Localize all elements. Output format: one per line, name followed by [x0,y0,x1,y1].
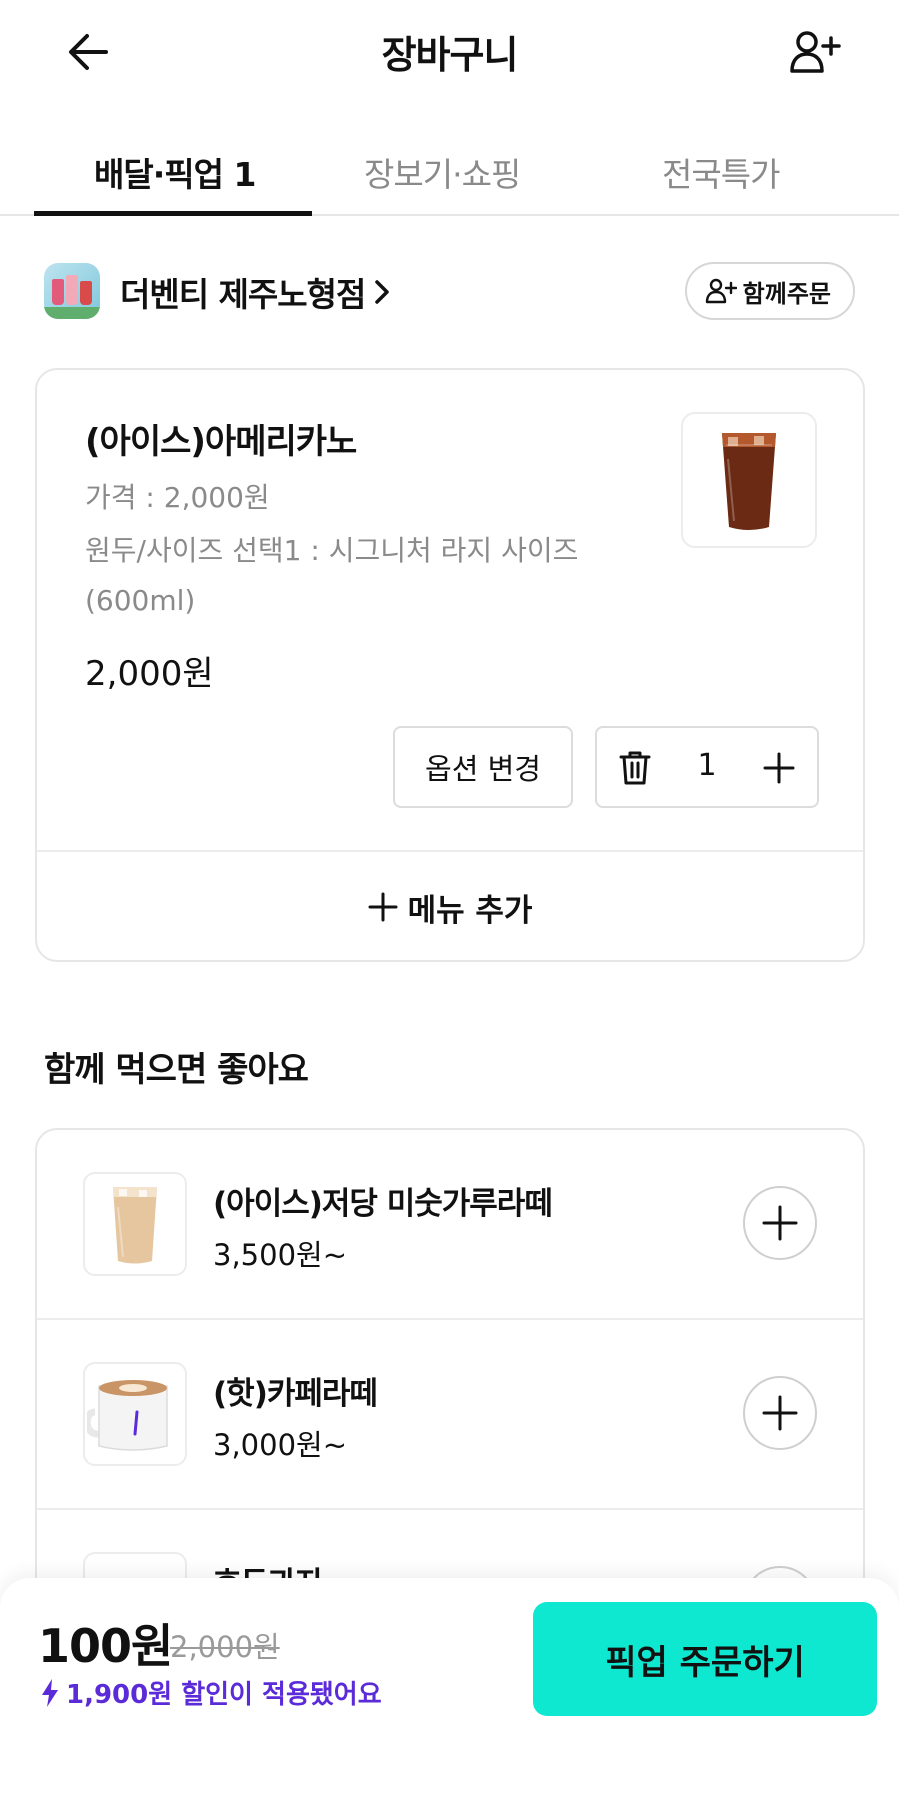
lightning-icon [42,1678,58,1707]
tab-bar: 배달·픽업 1 장보기·쇼핑 전국특가 [0,126,899,216]
recommend-title: 함께 먹으면 좋아요 [44,1050,309,1090]
group-order-button[interactable]: 함께주문 [684,262,855,320]
item-image [83,1172,187,1276]
item-price: 가격 : 2,000원 [85,481,270,514]
checkout-bar: 100원 2,000원 1,900원 할인이 적용됐어요 픽업 주문하기 [0,1578,899,1817]
item-image [681,412,817,548]
group-order-label: 함께주문 [742,279,831,308]
add-menu-button[interactable]: 메뉴 추가 [37,852,863,962]
plus-icon [762,1395,798,1431]
add-item-button[interactable] [743,1186,817,1260]
header: 장바구니 [0,0,899,104]
quantity-stepper: 1 [595,726,819,808]
original-price: 2,000원 [170,1630,280,1664]
tab-nationwide-deals[interactable]: 전국특가 [662,148,780,196]
discount-text: 1,900원 할인이 적용됐어요 [66,1680,382,1710]
final-price: 100원 [38,1619,173,1673]
person-add-icon [705,278,737,304]
hot-latte-mug-image [87,1380,168,1451]
chevron-right-icon [375,280,390,304]
tab-shopping[interactable]: 장보기·쇼핑 [364,148,521,196]
discount-note: 1,900원 할인이 적용됐어요 [40,1674,382,1711]
item-image [83,1362,187,1466]
tab-delivery-pickup[interactable]: 배달·픽업 1 [94,148,256,196]
item-name: (핫)카페라떼 [213,1376,378,1412]
store-link[interactable]: 더벤티 제주노형점 [120,268,391,316]
plus-icon [762,1205,798,1241]
iced-latte-image [113,1187,157,1264]
pickup-order-button[interactable]: 픽업 주문하기 [533,1602,877,1716]
store-name: 더벤티 제주노형점 [120,275,366,314]
person-add-icon [790,31,841,73]
add-menu-label: 메뉴 추가 [407,892,533,929]
cart-item-card: (아이스)아메리카노 가격 : 2,000원 원두/사이즈 선택1 : 시그니처… [35,368,865,962]
increase-button[interactable] [759,748,799,788]
item-name: (아이스)저당 미숫가루라떼 [213,1186,553,1222]
item-price: 3,500원~ [213,1238,347,1272]
iced-americano-image [722,433,776,530]
item-total: 2,000원 [85,654,214,694]
store-logo [44,263,100,319]
page-title: 장바구니 [381,33,519,77]
list-item[interactable]: (핫)카페라떼 3,000원~ [37,1320,863,1510]
option-change-button[interactable]: 옵션 변경 [393,726,573,808]
active-tab-indicator [34,211,312,216]
add-item-button[interactable] [743,1376,817,1450]
plus-icon [763,752,795,784]
item-option: 원두/사이즈 선택1 : 시그니처 라지 사이즈 (600ml) [85,534,579,617]
list-item[interactable]: (아이스)저당 미숫가루라떼 3,500원~ [37,1130,863,1320]
item-name: (아이스)아메리카노 [85,422,357,462]
item-price: 3,000원~ [213,1428,347,1462]
plus-icon [368,892,398,922]
invite-button[interactable] [785,26,845,78]
store-header: 더벤티 제주노형점 함께주문 [44,258,855,324]
